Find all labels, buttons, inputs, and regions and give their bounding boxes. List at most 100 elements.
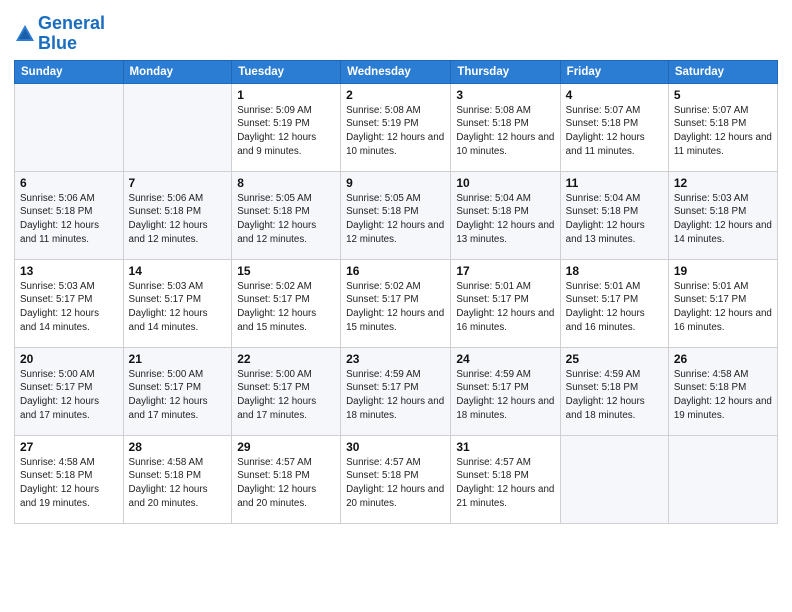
- day-cell: 24 Sunrise: 4:59 AM Sunset: 5:17 PM Dayli…: [451, 347, 560, 435]
- day-cell: 5Sunrise: 5:07 AM Sunset: 5:18 PM Daylig…: [668, 83, 777, 171]
- day-number: 19: [674, 264, 772, 278]
- day-info: Sunrise: 4:58 AM Sunset: 5:18 PM Dayligh…: [20, 456, 118, 511]
- day-number: 3: [456, 88, 554, 102]
- day-info: Sunrise: 5:02 AM Sunset: 5:17 PM Dayligh…: [237, 280, 335, 335]
- day-info: Sunrise: 5:08 AM Sunset: 5:19 PM Dayligh…: [346, 104, 445, 159]
- day-number: 29: [237, 440, 335, 454]
- week-row-1: 1Sunrise: 5:09 AM Sunset: 5:19 PM Daylig…: [15, 83, 778, 171]
- day-number: 12: [674, 176, 772, 190]
- day-cell: 11 Sunrise: 5:04 AM Sunset: 5:18 PM Dayli…: [560, 171, 668, 259]
- day-number: 25: [566, 352, 663, 366]
- day-info: Sunrise: 5:06 AM Sunset: 5:18 PM Dayligh…: [20, 192, 118, 247]
- day-cell: 7 Sunrise: 5:06 AM Sunset: 5:18 PM Daylig…: [123, 171, 232, 259]
- day-info: Sunrise: 4:58 AM Sunset: 5:18 PM Dayligh…: [674, 368, 772, 423]
- weekday-sunday: Sunday: [15, 60, 124, 83]
- day-info: Sunrise: 4:59 AM Sunset: 5:18 PM Dayligh…: [566, 368, 663, 423]
- day-cell: 31 Sunrise: 4:57 AM Sunset: 5:18 PM Dayli…: [451, 435, 560, 523]
- day-number: 17: [456, 264, 554, 278]
- day-info: Sunrise: 5:01 AM Sunset: 5:17 PM Dayligh…: [566, 280, 663, 335]
- day-cell: [123, 83, 232, 171]
- day-number: 22: [237, 352, 335, 366]
- day-number: 27: [20, 440, 118, 454]
- day-cell: 27 Sunrise: 4:58 AM Sunset: 5:18 PM Dayli…: [15, 435, 124, 523]
- day-cell: 22 Sunrise: 5:00 AM Sunset: 5:17 PM Dayli…: [232, 347, 341, 435]
- day-cell: 28 Sunrise: 4:58 AM Sunset: 5:18 PM Dayli…: [123, 435, 232, 523]
- day-cell: 3 Sunrise: 5:08 AM Sunset: 5:18 PM Daylig…: [451, 83, 560, 171]
- day-info: Sunrise: 5:05 AM Sunset: 5:18 PM Dayligh…: [237, 192, 335, 247]
- day-number: 6: [20, 176, 118, 190]
- weekday-wednesday: Wednesday: [341, 60, 451, 83]
- day-info: Sunrise: 5:01 AM Sunset: 5:17 PM Dayligh…: [456, 280, 554, 335]
- day-number: 15: [237, 264, 335, 278]
- weekday-friday: Friday: [560, 60, 668, 83]
- day-info: Sunrise: 5:05 AM Sunset: 5:18 PM Dayligh…: [346, 192, 445, 247]
- day-cell: 19 Sunrise: 5:01 AM Sunset: 5:17 PM Dayli…: [668, 259, 777, 347]
- day-cell: 17 Sunrise: 5:01 AM Sunset: 5:17 PM Dayli…: [451, 259, 560, 347]
- day-number: 11: [566, 176, 663, 190]
- day-cell: 23Sunrise: 4:59 AM Sunset: 5:17 PM Dayli…: [341, 347, 451, 435]
- day-number: 7: [129, 176, 227, 190]
- day-number: 8: [237, 176, 335, 190]
- day-number: 4: [566, 88, 663, 102]
- day-info: Sunrise: 5:08 AM Sunset: 5:18 PM Dayligh…: [456, 104, 554, 159]
- day-cell: 15 Sunrise: 5:02 AM Sunset: 5:17 PM Dayli…: [232, 259, 341, 347]
- day-number: 10: [456, 176, 554, 190]
- day-cell: 25 Sunrise: 4:59 AM Sunset: 5:18 PM Dayli…: [560, 347, 668, 435]
- day-cell: 30Sunrise: 4:57 AM Sunset: 5:18 PM Dayli…: [341, 435, 451, 523]
- day-number: 23: [346, 352, 445, 366]
- day-info: Sunrise: 5:04 AM Sunset: 5:18 PM Dayligh…: [566, 192, 663, 247]
- day-info: Sunrise: 5:00 AM Sunset: 5:17 PM Dayligh…: [20, 368, 118, 423]
- day-info: Sunrise: 4:59 AM Sunset: 5:17 PM Dayligh…: [456, 368, 554, 423]
- day-cell: 12 Sunrise: 5:03 AM Sunset: 5:18 PM Dayli…: [668, 171, 777, 259]
- day-info: Sunrise: 5:04 AM Sunset: 5:18 PM Dayligh…: [456, 192, 554, 247]
- day-info: Sunrise: 5:00 AM Sunset: 5:17 PM Dayligh…: [237, 368, 335, 423]
- day-cell: [560, 435, 668, 523]
- day-cell: 9 Sunrise: 5:05 AM Sunset: 5:18 PM Daylig…: [341, 171, 451, 259]
- day-info: Sunrise: 5:03 AM Sunset: 5:18 PM Dayligh…: [674, 192, 772, 247]
- day-cell: [15, 83, 124, 171]
- day-info: Sunrise: 5:00 AM Sunset: 5:17 PM Dayligh…: [129, 368, 227, 423]
- day-cell: 1Sunrise: 5:09 AM Sunset: 5:19 PM Daylig…: [232, 83, 341, 171]
- day-info: Sunrise: 4:58 AM Sunset: 5:18 PM Dayligh…: [129, 456, 227, 511]
- day-info: Sunrise: 4:57 AM Sunset: 5:18 PM Dayligh…: [346, 456, 445, 511]
- day-number: 2: [346, 88, 445, 102]
- day-number: 20: [20, 352, 118, 366]
- day-info: Sunrise: 5:01 AM Sunset: 5:17 PM Dayligh…: [674, 280, 772, 335]
- day-number: 31: [456, 440, 554, 454]
- day-number: 28: [129, 440, 227, 454]
- day-info: Sunrise: 5:07 AM Sunset: 5:18 PM Dayligh…: [566, 104, 663, 159]
- calendar-page: GeneralBlue SundayMondayTuesdayWednesday…: [0, 0, 792, 612]
- day-cell: 4 Sunrise: 5:07 AM Sunset: 5:18 PM Daylig…: [560, 83, 668, 171]
- day-cell: 13Sunrise: 5:03 AM Sunset: 5:17 PM Dayli…: [15, 259, 124, 347]
- page-header: GeneralBlue: [14, 10, 778, 54]
- day-number: 18: [566, 264, 663, 278]
- day-cell: 6 Sunrise: 5:06 AM Sunset: 5:18 PM Daylig…: [15, 171, 124, 259]
- week-row-5: 27 Sunrise: 4:58 AM Sunset: 5:18 PM Dayli…: [15, 435, 778, 523]
- day-number: 16: [346, 264, 445, 278]
- day-info: Sunrise: 5:09 AM Sunset: 5:19 PM Dayligh…: [237, 104, 335, 159]
- day-cell: 8 Sunrise: 5:05 AM Sunset: 5:18 PM Daylig…: [232, 171, 341, 259]
- day-info: Sunrise: 4:57 AM Sunset: 5:18 PM Dayligh…: [456, 456, 554, 511]
- day-number: 21: [129, 352, 227, 366]
- day-number: 24: [456, 352, 554, 366]
- weekday-saturday: Saturday: [668, 60, 777, 83]
- day-number: 9: [346, 176, 445, 190]
- weekday-header-row: SundayMondayTuesdayWednesdayThursdayFrid…: [15, 60, 778, 83]
- day-cell: 26 Sunrise: 4:58 AM Sunset: 5:18 PM Dayli…: [668, 347, 777, 435]
- day-cell: [668, 435, 777, 523]
- day-cell: 20 Sunrise: 5:00 AM Sunset: 5:17 PM Dayli…: [15, 347, 124, 435]
- day-info: Sunrise: 5:03 AM Sunset: 5:17 PM Dayligh…: [129, 280, 227, 335]
- week-row-2: 6 Sunrise: 5:06 AM Sunset: 5:18 PM Daylig…: [15, 171, 778, 259]
- logo: GeneralBlue: [14, 14, 105, 54]
- calendar-table: SundayMondayTuesdayWednesdayThursdayFrid…: [14, 60, 778, 524]
- day-info: Sunrise: 5:03 AM Sunset: 5:17 PM Dayligh…: [20, 280, 118, 335]
- day-cell: 14Sunrise: 5:03 AM Sunset: 5:17 PM Dayli…: [123, 259, 232, 347]
- day-info: Sunrise: 4:57 AM Sunset: 5:18 PM Dayligh…: [237, 456, 335, 511]
- day-cell: 21 Sunrise: 5:00 AM Sunset: 5:17 PM Dayli…: [123, 347, 232, 435]
- day-cell: 29 Sunrise: 4:57 AM Sunset: 5:18 PM Dayli…: [232, 435, 341, 523]
- weekday-tuesday: Tuesday: [232, 60, 341, 83]
- day-info: Sunrise: 5:06 AM Sunset: 5:18 PM Dayligh…: [129, 192, 227, 247]
- day-number: 26: [674, 352, 772, 366]
- day-cell: 2 Sunrise: 5:08 AM Sunset: 5:19 PM Daylig…: [341, 83, 451, 171]
- day-info: Sunrise: 5:07 AM Sunset: 5:18 PM Dayligh…: [674, 104, 772, 159]
